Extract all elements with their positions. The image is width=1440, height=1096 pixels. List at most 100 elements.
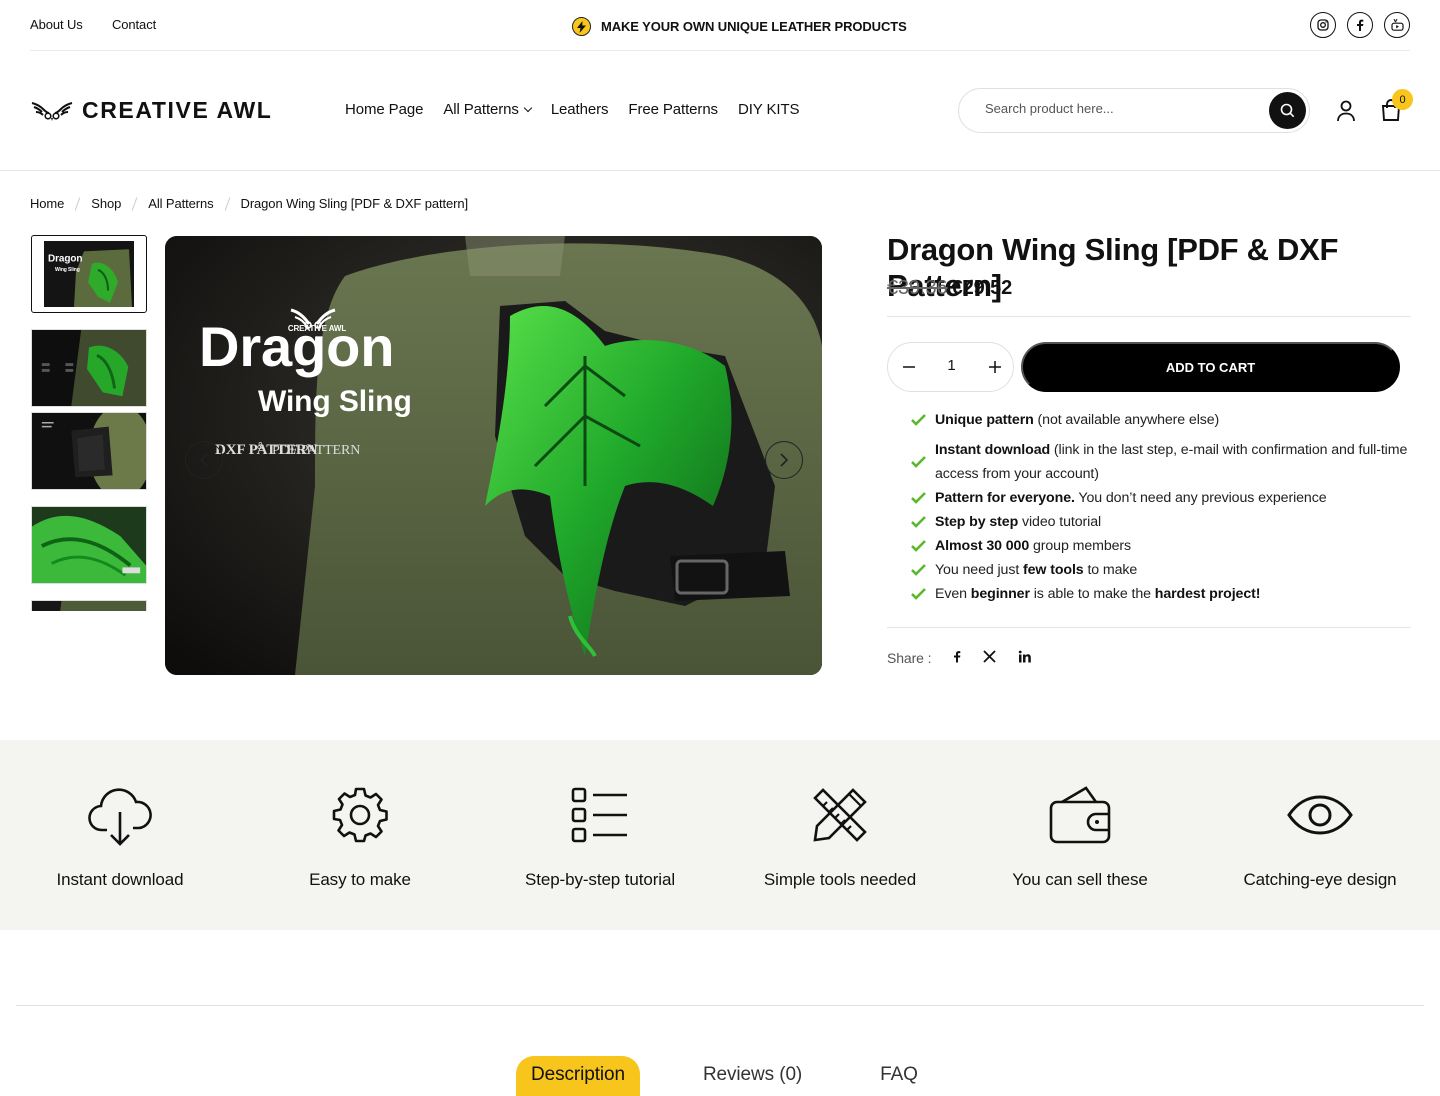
social-links — [1310, 12, 1410, 38]
benefits-band: Instant download Easy to make Step-by-st… — [0, 740, 1440, 930]
search-box — [958, 88, 1310, 133]
benefit-label: You can sell these — [1012, 870, 1148, 889]
youtube-icon[interactable] — [1384, 12, 1410, 38]
thumbnail-strip: Dragon Wing Sling — [31, 235, 147, 611]
breadcrumb-home[interactable]: Home — [30, 196, 64, 211]
chevron-left-icon — [199, 453, 208, 467]
add-to-cart-button[interactable]: ADD TO CART — [1021, 342, 1400, 392]
tab-reviews[interactable]: Reviews (0) — [688, 1056, 817, 1096]
breadcrumb-all-patterns[interactable]: All Patterns — [148, 196, 213, 211]
prev-image-button[interactable] — [185, 441, 223, 479]
benefit-item: Catching-eye design — [1200, 784, 1440, 890]
divider — [887, 627, 1411, 628]
quantity-stepper — [887, 342, 1014, 392]
benefit-label: Step-by-step tutorial — [524, 870, 676, 889]
share-label: Share : — [887, 650, 932, 666]
search-input[interactable] — [985, 101, 1255, 116]
search-button[interactable] — [1269, 92, 1306, 129]
nav-home-page[interactable]: Home Page — [345, 101, 423, 118]
benefit-item: Easy to make — [240, 784, 480, 890]
benefit-label: Simple tools needed — [763, 870, 917, 889]
list-icon — [571, 787, 627, 843]
feature-item: Unique pattern (not available anywhere e… — [911, 408, 1411, 432]
eye-icon — [1287, 795, 1353, 835]
check-icon — [911, 456, 926, 468]
nav-free-patterns[interactable]: Free Patterns — [628, 101, 718, 118]
benefit-item: Instant download — [0, 784, 240, 890]
feature-item: Instant download (link in the last step,… — [911, 438, 1411, 486]
product-photo: CREATIVE AWL Dragon Wing Sling DXF PATTE… — [165, 236, 822, 675]
nav-diy-kits[interactable]: DIY KITS — [738, 101, 800, 118]
breadcrumb-separator — [74, 196, 81, 211]
wallet-icon — [1049, 786, 1111, 844]
next-image-button[interactable] — [765, 441, 803, 479]
thumbnail-1[interactable]: Dragon Wing Sling — [31, 235, 147, 313]
svg-text:PDF PATTERN: PDF PATTERN — [272, 443, 360, 458]
svg-text:&: & — [257, 441, 264, 452]
share-row: Share : — [887, 650, 1032, 666]
nav-all-patterns-label: All Patterns — [443, 101, 519, 118]
linkedin-icon[interactable] — [1018, 650, 1032, 666]
sale-price: €29.52 — [951, 277, 1013, 299]
facebook-icon[interactable] — [953, 650, 961, 666]
thumbnail-5[interactable] — [31, 600, 147, 611]
feature-item: Almost 30 000 group members — [911, 534, 1411, 558]
search-icon — [1280, 103, 1295, 118]
product-price: €39.36 €29.52 — [887, 277, 1012, 300]
check-icon — [911, 492, 926, 504]
check-icon — [911, 540, 926, 552]
benefit-label: Instant download — [56, 870, 184, 889]
cart-count-badge: 0 — [1392, 89, 1413, 110]
tab-faq[interactable]: FAQ — [865, 1056, 933, 1096]
benefit-item: Simple tools needed — [720, 784, 960, 890]
facebook-icon[interactable] — [1347, 12, 1373, 38]
top-bar: About Us Contact MAKE YOUR OWN UNIQUE LE… — [0, 0, 1440, 51]
feature-item: Pattern for everyone. You don’t need any… — [911, 486, 1411, 510]
benefit-label: Catching-eye design — [1243, 870, 1397, 889]
quantity-input[interactable] — [933, 357, 970, 374]
section-divider — [16, 1005, 1424, 1006]
about-us-link[interactable]: About Us — [30, 17, 83, 32]
divider — [887, 316, 1411, 317]
increase-quantity-button[interactable] — [985, 357, 1005, 377]
nav-all-patterns[interactable]: All Patterns — [443, 101, 533, 118]
thumbnail-2[interactable] — [31, 329, 147, 407]
svg-text:Dragon: Dragon — [199, 315, 394, 378]
tab-description[interactable]: Description — [516, 1056, 640, 1096]
gear-icon — [332, 787, 388, 843]
check-icon — [911, 588, 926, 600]
feature-item: You need just few tools to make — [911, 558, 1411, 582]
instagram-icon[interactable] — [1310, 12, 1336, 38]
breadcrumb-separator — [131, 196, 138, 211]
benefit-item: You can sell these — [960, 784, 1200, 890]
thumbnail-4[interactable] — [31, 506, 147, 584]
feature-list: Unique pattern (not available anywhere e… — [911, 408, 1411, 612]
chevron-right-icon — [780, 453, 789, 467]
product-tabs: Description Reviews (0) FAQ — [516, 1056, 933, 1096]
old-price: €39.36 — [887, 277, 948, 299]
check-icon — [911, 414, 926, 426]
breadcrumb-separator — [224, 196, 230, 211]
decrease-quantity-button[interactable] — [899, 357, 919, 377]
breadcrumb-shop[interactable]: Shop — [91, 196, 121, 211]
site-header: CREATIVE AWL Home Page All Patterns Leat… — [0, 51, 1440, 171]
breadcrumb-current: Dragon Wing Sling [PDF & DXF pattern] — [240, 196, 469, 211]
user-account-icon[interactable] — [1336, 100, 1356, 127]
ruler-pencil-icon — [813, 788, 867, 842]
thumbnail-3[interactable] — [31, 412, 147, 490]
minus-icon — [903, 366, 915, 368]
nav-leathers[interactable]: Leathers — [551, 101, 609, 118]
svg-text:Wing Sling: Wing Sling — [55, 267, 80, 273]
feature-item: Step by step video tutorial — [911, 510, 1411, 534]
check-icon — [911, 564, 926, 576]
owl-logo-icon — [31, 101, 73, 121]
site-logo[interactable]: CREATIVE AWL — [30, 97, 272, 124]
x-icon[interactable] — [983, 650, 997, 666]
benefit-label: Easy to make — [309, 870, 411, 889]
promo-text: MAKE YOUR OWN UNIQUE LEATHER PRODUCTS — [601, 19, 907, 34]
contact-link[interactable]: Contact — [112, 17, 156, 32]
feature-item: Even beginner is able to make the hardes… — [911, 582, 1411, 606]
main-product-image[interactable]: CREATIVE AWL Dragon Wing Sling DXF PATTE… — [165, 236, 822, 675]
cloud-download-icon — [88, 788, 152, 846]
benefit-item: Step-by-step tutorial — [480, 784, 720, 890]
